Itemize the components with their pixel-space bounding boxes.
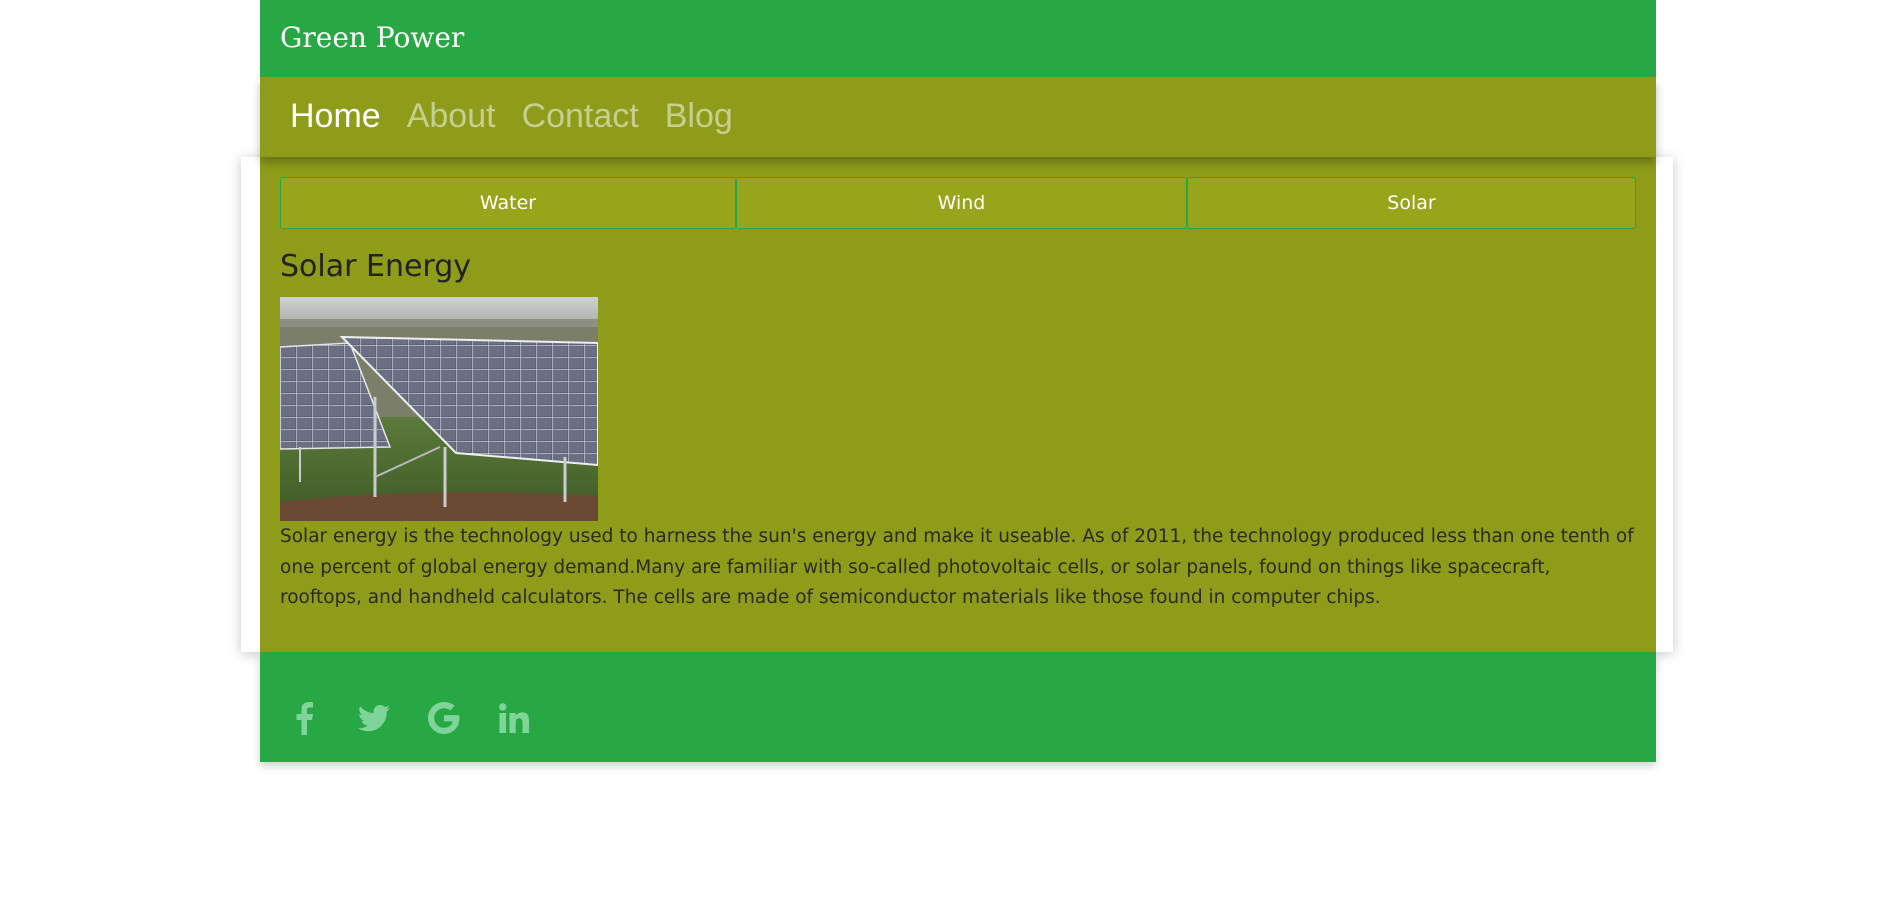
- nav-link-about[interactable]: About: [407, 95, 496, 137]
- site-footer: [260, 652, 1656, 762]
- solar-panels-image: [280, 297, 598, 521]
- social-links: [286, 700, 532, 736]
- body-paragraph: Solar energy is the technology used to h…: [280, 526, 1634, 608]
- nav-list: Home About Contact Blog: [290, 95, 733, 137]
- main-navbar: Home About Contact Blog: [260, 77, 1656, 157]
- nav-link-contact[interactable]: Contact: [522, 95, 639, 137]
- section-title: Solar Energy: [280, 249, 472, 284]
- tab-solar[interactable]: Solar: [1187, 177, 1636, 229]
- twitter-icon[interactable]: [356, 700, 392, 736]
- tab-water[interactable]: Water: [280, 177, 736, 229]
- nav-link-blog[interactable]: Blog: [665, 95, 733, 137]
- energy-tabs: Water Wind Solar: [280, 177, 1636, 229]
- google-icon[interactable]: [426, 700, 462, 736]
- facebook-icon[interactable]: [286, 700, 322, 736]
- nav-link-home[interactable]: Home: [290, 95, 381, 137]
- tab-wind[interactable]: Wind: [736, 177, 1187, 229]
- brand-title[interactable]: Green Power: [280, 20, 464, 56]
- main-content: Water Wind Solar Solar Energy Solar ener…: [260, 157, 1656, 652]
- linkedin-icon[interactable]: [496, 700, 532, 736]
- site-header: Green Power: [260, 0, 1656, 77]
- page: Green Power Home About Contact Blog Wate…: [0, 0, 1903, 897]
